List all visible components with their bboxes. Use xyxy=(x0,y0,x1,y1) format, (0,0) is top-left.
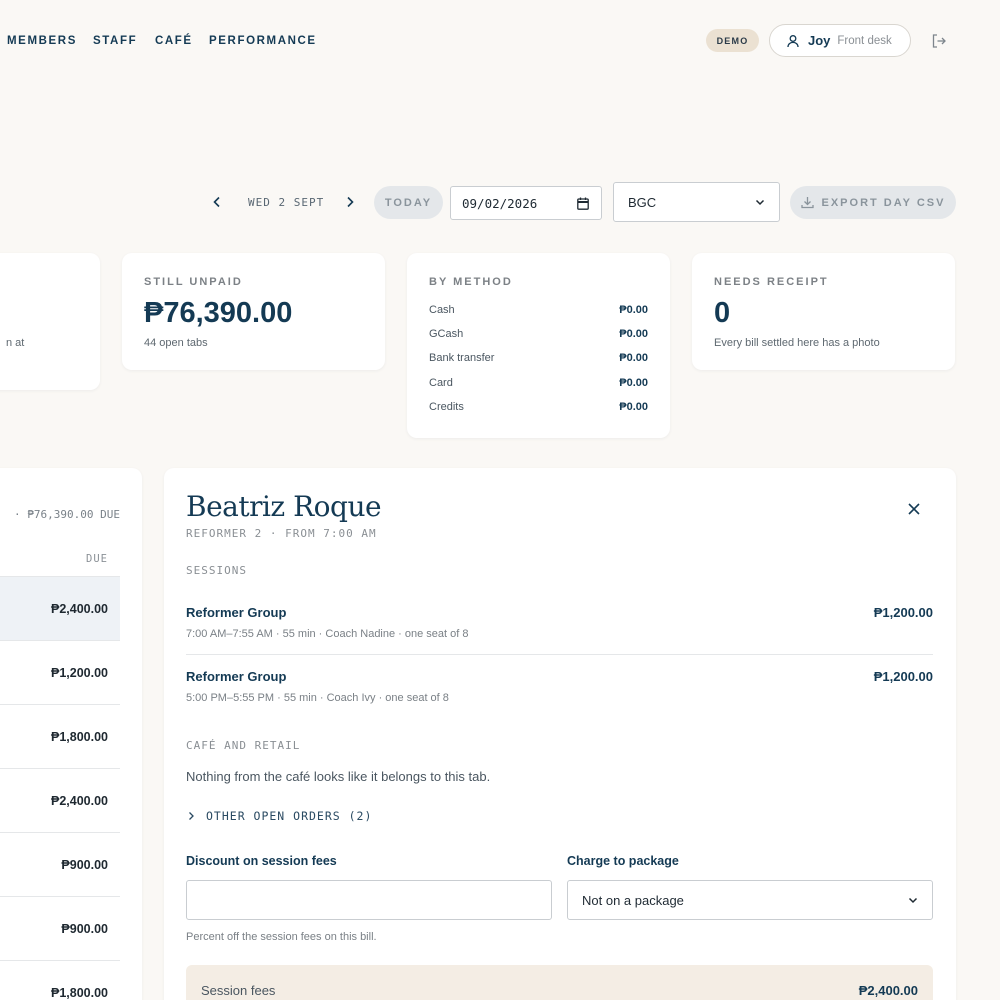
table-row[interactable]: ₱1,200.00 xyxy=(0,640,120,704)
list-summary: · ₱76,390.00 DUE xyxy=(14,508,120,521)
today-button[interactable]: TODAY xyxy=(374,186,443,219)
tab-detail-panel: Beatriz Roque REFORMER 2 · FROM 7:00 AM … xyxy=(164,468,956,1000)
date-input[interactable]: 09/02/2026 xyxy=(450,186,602,220)
chevron-left-icon xyxy=(213,196,220,208)
still-unpaid-amount: ₱76,390.00 xyxy=(144,297,293,329)
table-row[interactable]: ₱900.00 xyxy=(0,832,120,896)
package-label: Charge to package xyxy=(567,854,679,868)
still-unpaid-label: STILL UNPAID xyxy=(144,276,243,288)
location-select[interactable]: BGC xyxy=(613,182,780,222)
session-title: Reformer Group xyxy=(186,669,287,684)
logout-icon[interactable] xyxy=(930,32,948,50)
session-meta: 7:00 AM–7:55 AM · 55 min · Coach Nadine … xyxy=(186,628,469,640)
chevron-down-icon xyxy=(908,897,918,904)
table-row[interactable]: ₱2,400.00 xyxy=(0,768,120,832)
date-input-value: 09/02/2026 xyxy=(462,195,538,211)
download-icon xyxy=(800,197,814,209)
session-fees-value: ₱2,400.00 xyxy=(858,983,918,998)
top-nav: MEMBERS STAFF CAFÉ PERFORMANCE DEMO Joy … xyxy=(0,0,1000,80)
member-name: Beatriz Roque xyxy=(186,490,382,523)
needs-receipt-count: 0 xyxy=(714,297,731,329)
discount-input[interactable] xyxy=(186,880,552,920)
session-fees-label: Session fees xyxy=(201,983,276,998)
table-row[interactable]: ₱1,800.00 xyxy=(0,960,120,1000)
method-row-bank-transfer: Bank transfer ₱0.00 xyxy=(429,352,648,364)
user-menu-button[interactable]: Joy Front desk xyxy=(769,24,911,57)
session-divider xyxy=(186,654,933,655)
calendar-icon[interactable] xyxy=(577,197,589,210)
other-orders-label: OTHER OPEN ORDERS (2) xyxy=(206,809,373,823)
user-icon xyxy=(787,34,799,47)
discount-hint: Percent off the session fees on this bil… xyxy=(186,931,377,943)
next-day-button[interactable] xyxy=(341,193,359,211)
session-title: Reformer Group xyxy=(186,605,287,620)
current-date-label: WED 2 SEPT xyxy=(248,196,325,209)
column-header-due: DUE xyxy=(86,553,108,565)
partial-card-text: n at xyxy=(6,337,25,349)
chevron-down-icon xyxy=(755,199,765,206)
discount-label: Discount on session fees xyxy=(186,854,337,868)
export-csv-label: EXPORT DAY CSV xyxy=(821,196,946,209)
needs-receipt-label: NEEDS RECEIPT xyxy=(714,276,829,288)
cafe-heading: CAFÉ AND RETAIL xyxy=(186,739,301,752)
export-csv-button[interactable]: EXPORT DAY CSV xyxy=(790,186,956,219)
needs-receipt-note: Every bill settled here has a photo xyxy=(714,337,880,349)
user-name: Joy xyxy=(808,33,831,48)
close-icon[interactable] xyxy=(906,501,922,517)
previous-day-button[interactable] xyxy=(208,193,226,211)
table-row[interactable]: ₱1,800.00 xyxy=(0,704,120,768)
user-role: Front desk xyxy=(837,34,892,47)
other-orders-toggle[interactable]: OTHER OPEN ORDERS (2) xyxy=(186,809,372,823)
method-row-card: Card ₱0.00 xyxy=(429,377,648,389)
member-subtitle: REFORMER 2 · FROM 7:00 AM xyxy=(186,527,377,540)
package-select-value: Not on a package xyxy=(582,892,684,908)
nav-link-performance[interactable]: PERFORMANCE xyxy=(209,35,317,47)
session-fees-summary: Session fees ₱2,400.00 xyxy=(186,965,933,1000)
by-method-label: BY METHOD xyxy=(429,276,513,288)
session-meta: 5:00 PM–5:55 PM · 55 min · Coach Ivy · o… xyxy=(186,692,449,704)
open-tabs-count: 44 open tabs xyxy=(144,337,208,349)
chevron-right-icon xyxy=(189,812,194,820)
location-select-value: BGC xyxy=(628,194,657,210)
nav-link-members[interactable]: MEMBERS xyxy=(7,35,77,47)
session-price: ₱1,200.00 xyxy=(873,669,933,684)
package-select[interactable]: Not on a package xyxy=(567,880,933,920)
session-price: ₱1,200.00 xyxy=(873,605,933,620)
cafe-empty-text: Nothing from the café looks like it belo… xyxy=(186,769,491,784)
table-row[interactable]: ₱2,400.00 xyxy=(0,576,120,640)
needs-receipt-card: NEEDS RECEIPT 0 Every bill settled here … xyxy=(692,253,955,370)
demo-badge: DEMO xyxy=(706,29,759,52)
by-method-card: BY METHOD Cash ₱0.00 GCash ₱0.00 Bank tr… xyxy=(407,253,670,438)
table-row[interactable]: ₱900.00 xyxy=(0,896,120,960)
summary-card-partial: n at xyxy=(0,253,100,390)
still-unpaid-card: STILL UNPAID ₱76,390.00 44 open tabs xyxy=(122,253,385,370)
nav-link-cafe[interactable]: CAFÉ xyxy=(155,35,193,47)
nav-link-staff[interactable]: STAFF xyxy=(93,35,137,47)
method-row-gcash: GCash ₱0.00 xyxy=(429,328,648,340)
sessions-heading: SESSIONS xyxy=(186,564,247,577)
method-row-cash: Cash ₱0.00 xyxy=(429,304,648,316)
chevron-right-icon xyxy=(347,196,354,208)
method-row-credits: Credits ₱0.00 xyxy=(429,401,648,413)
